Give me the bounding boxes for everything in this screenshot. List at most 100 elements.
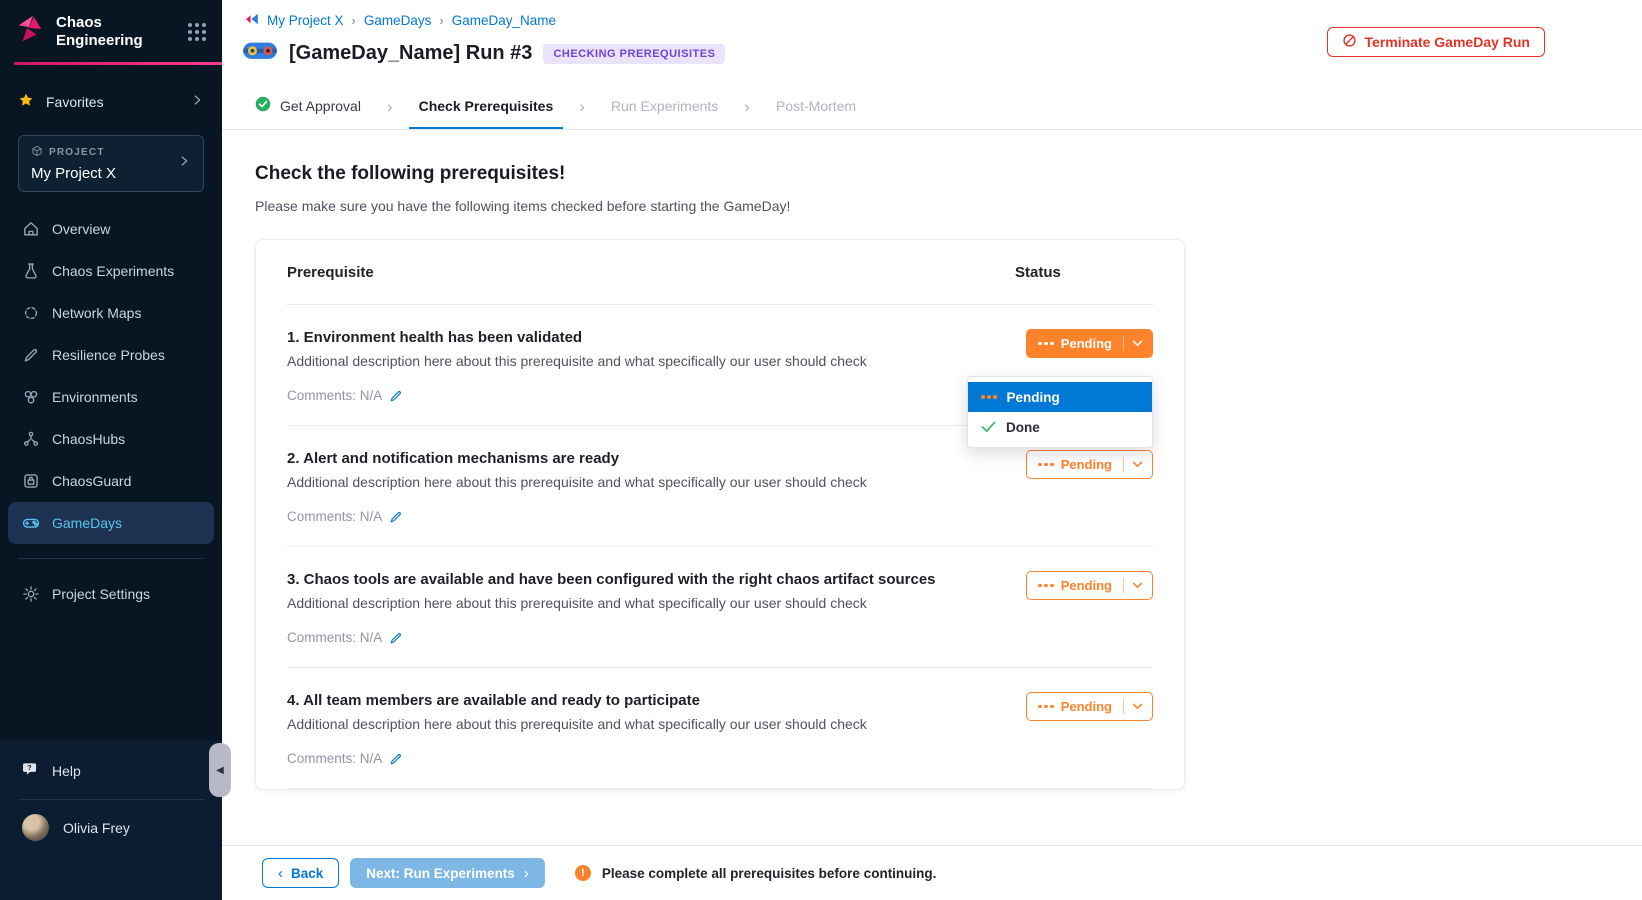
sidebar-item-label: Resilience Probes — [52, 347, 165, 363]
user-menu[interactable]: Olivia Frey — [0, 800, 222, 841]
sidebar-item-chaoshubs[interactable]: ChaosHubs — [8, 418, 214, 460]
gamepad-color-icon — [242, 40, 278, 67]
edit-comment-icon[interactable] — [389, 752, 403, 766]
step-separator-icon: › — [563, 84, 601, 129]
prerequisites-card: Prerequisite Status 1. Environment healt… — [255, 239, 1185, 790]
breadcrumb-link[interactable]: GameDays — [364, 13, 432, 28]
user-name: Olivia Frey — [63, 820, 130, 836]
content-heading: Check the following prerequisites! — [255, 163, 1642, 185]
prerequisite-details: 3. Chaos tools are available and have be… — [287, 547, 1003, 667]
prerequisite-row: 3. Chaos tools are available and have be… — [287, 547, 1153, 668]
back-button[interactable]: ‹ Back — [262, 858, 339, 888]
prerequisite-status-cell: Pending — [1003, 547, 1153, 667]
shield-lock-icon — [22, 472, 40, 490]
sidebar-item-environments[interactable]: Environments — [8, 376, 214, 418]
chevron-right-icon: › — [524, 866, 529, 881]
sidebar-item-label: Chaos Experiments — [52, 263, 174, 279]
next-label: Next: Run Experiments — [366, 866, 515, 881]
sidebar-help[interactable]: ? Help — [0, 740, 222, 781]
project-selector[interactable]: PROJECT My Project X — [18, 135, 204, 192]
avatar — [22, 814, 49, 841]
sidebar-item-chaosguard[interactable]: ChaosGuard — [8, 460, 214, 502]
chevron-left-icon: ‹ — [278, 866, 283, 881]
sidebar-item-project-settings[interactable]: Project Settings — [8, 573, 214, 615]
svg-text:?: ? — [27, 763, 32, 772]
status-dropdown-button[interactable]: Pending — [1026, 692, 1153, 721]
step-label: Check Prerequisites — [419, 98, 554, 114]
prerequisite-status-cell: Pending — [1003, 668, 1153, 788]
chevron-right-icon — [177, 154, 191, 173]
sidebar-item-network-maps[interactable]: Network Maps — [8, 292, 214, 334]
comments-label: Comments: N/A — [287, 630, 382, 645]
breadcrumb-separator: › — [439, 13, 443, 28]
step-get-approval[interactable]: Get Approval — [245, 84, 371, 129]
breadcrumb: My Project X › GameDays › GameDay_Name — [245, 12, 556, 29]
sidebar-item-label: ChaosGuard — [52, 473, 131, 489]
status-label: Pending — [1061, 457, 1112, 472]
prerequisite-description: Additional description here about this p… — [287, 353, 973, 369]
title-row: [GameDay_Name] Run #3 CHECKING PREREQUIS… — [242, 40, 725, 67]
chevron-down-icon — [1132, 703, 1143, 710]
home-icon — [22, 220, 40, 238]
sidebar-nav: Overview Chaos Experiments Network Maps … — [0, 208, 222, 544]
chevron-right-icon — [190, 93, 204, 112]
hub-icon — [22, 430, 40, 448]
wizard-footer: ‹ Back Next: Run Experiments › ! Please … — [222, 845, 1642, 900]
prerequisite-description: Additional description here about this p… — [287, 595, 973, 611]
prerequisite-row: 4. All team members are available and re… — [287, 668, 1153, 789]
edit-comment-icon[interactable] — [389, 510, 403, 524]
terminate-gameday-button[interactable]: Terminate GameDay Run — [1327, 27, 1545, 57]
brand-title: Chaos Engineering — [56, 14, 178, 49]
warning-icon: ! — [575, 865, 591, 881]
chevron-down-icon — [1132, 582, 1143, 589]
status-label: Pending — [1061, 578, 1112, 593]
status-option-pending[interactable]: Pending — [968, 382, 1152, 412]
sidebar-favorites[interactable]: Favorites — [18, 87, 204, 117]
edit-comment-icon[interactable] — [389, 631, 403, 645]
step-run-experiments[interactable]: Run Experiments — [601, 84, 728, 129]
harness-mark-icon — [245, 12, 259, 29]
breadcrumb-link[interactable]: My Project X — [267, 13, 344, 28]
next-run-experiments-button[interactable]: Next: Run Experiments › — [350, 858, 545, 888]
sidebar: Chaos Engineering Favorites — [0, 0, 222, 900]
main-area: My Project X › GameDays › GameDay_Name [Game… — [222, 0, 1642, 900]
step-post-mortem[interactable]: Post-Mortem — [766, 84, 866, 129]
status-option-label: Pending — [1007, 390, 1060, 405]
sidebar-item-overview[interactable]: Overview — [8, 208, 214, 250]
status-option-label: Done — [1006, 420, 1040, 435]
step-check-prerequisites[interactable]: Check Prerequisites — [409, 84, 564, 129]
button-divider — [1123, 699, 1124, 714]
project-name: My Project X — [31, 165, 177, 182]
prerequisite-title: 2. Alert and notification mechanisms are… — [287, 450, 973, 467]
check-icon — [981, 421, 996, 433]
breadcrumb-link[interactable]: GameDay_Name — [452, 13, 556, 28]
flask-icon — [22, 262, 40, 280]
status-option-done[interactable]: Done — [968, 412, 1152, 442]
prerequisite-title: 1. Environment health has been validated — [287, 329, 973, 346]
page-header: My Project X › GameDays › GameDay_Name [Game… — [222, 0, 1642, 84]
star-icon — [18, 92, 34, 113]
status-dropdown-button[interactable]: Pending — [1026, 571, 1153, 600]
status-label: Pending — [1061, 336, 1112, 351]
status-dropdown-button[interactable]: Pending — [1026, 450, 1153, 479]
favorites-label: Favorites — [46, 94, 178, 110]
app-switcher-icon[interactable] — [188, 23, 206, 41]
sidebar-item-gamedays[interactable]: GameDays — [8, 502, 214, 544]
sidebar-item-resilience-probes[interactable]: Resilience Probes — [8, 334, 214, 376]
prerequisite-title: 3. Chaos tools are available and have be… — [287, 571, 973, 588]
gear-icon — [22, 585, 40, 603]
chevron-down-icon — [1132, 461, 1143, 468]
breadcrumb-separator: › — [352, 13, 356, 28]
terminate-gameday-label: Terminate GameDay Run — [1365, 34, 1530, 50]
status-dropdown-button[interactable]: Pending — [1026, 329, 1153, 358]
footer-warning-text: Please complete all prerequisites before… — [602, 866, 937, 881]
prerequisite-details: 1. Environment health has been validated… — [287, 305, 1003, 425]
help-label: Help — [52, 763, 81, 779]
step-separator-icon: › — [371, 84, 409, 129]
sidebar-item-label: Project Settings — [52, 586, 150, 602]
prerequisite-description: Additional description here about this p… — [287, 716, 973, 732]
sidebar-item-chaos-experiments[interactable]: Chaos Experiments — [8, 250, 214, 292]
edit-comment-icon[interactable] — [389, 389, 403, 403]
brand-accent-divider — [14, 62, 222, 65]
sidebar-collapse-handle[interactable]: ◀ — [209, 743, 231, 797]
